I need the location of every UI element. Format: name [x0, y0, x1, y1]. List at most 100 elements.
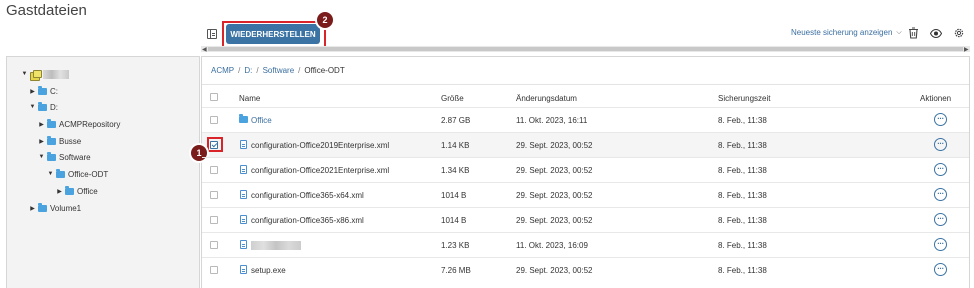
- folder-icon: [56, 168, 65, 178]
- row-modified: 29. Sept. 2023, 00:52: [516, 216, 593, 225]
- tree-item-label: C:: [50, 86, 58, 96]
- file-icon: [240, 140, 247, 149]
- panel-toggle-icon[interactable]: [207, 29, 217, 39]
- folder-icon: [38, 101, 47, 111]
- scroll-right-icon[interactable]: ▶: [964, 46, 969, 53]
- tree-item-label: Volume1: [50, 203, 82, 213]
- table-row[interactable]: Office 2.87 GB 11. Okt. 2023, 16:11 8. F…: [202, 107, 969, 132]
- row-checkbox[interactable]: [210, 191, 218, 199]
- row-size: 2.87 GB: [441, 116, 471, 125]
- tree-item[interactable]: ▶ ACMPRepository: [37, 117, 120, 131]
- table-row[interactable]: setup.exe 7.26 MB 29. Sept. 2023, 00:52 …: [202, 257, 969, 282]
- gear-icon[interactable]: [953, 27, 965, 39]
- computer-group-icon: [30, 69, 42, 81]
- column-header-backup-time[interactable]: Sicherungszeit: [718, 94, 770, 103]
- row-size: 1.14 KB: [441, 141, 470, 150]
- row-backup-time: 8. Feb., 11:38: [718, 166, 767, 175]
- tree-item[interactable]: ▼ D:: [28, 100, 58, 114]
- breadcrumb-link[interactable]: Software: [263, 66, 295, 75]
- caret-right-icon[interactable]: ▶: [28, 205, 37, 212]
- tree-item[interactable]: ▶ Volume1: [28, 201, 81, 215]
- file-icon: [240, 165, 247, 174]
- column-header-size[interactable]: Größe: [441, 94, 464, 103]
- file-icon: [240, 240, 247, 249]
- row-backup-time: 8. Feb., 11:38: [718, 191, 767, 200]
- eye-icon[interactable]: [930, 27, 942, 39]
- row-actions-button[interactable]: ···: [934, 238, 947, 251]
- trash-clock-icon[interactable]: [907, 27, 919, 39]
- caret-down-icon[interactable]: ▼: [37, 154, 46, 160]
- row-modified: 29. Sept. 2023, 00:52: [516, 191, 593, 200]
- row-checkbox[interactable]: [210, 266, 218, 274]
- tree-item[interactable]: ▶ Office: [55, 184, 98, 198]
- breadcrumb: ACMP / D: / Software / Office-ODT: [211, 66, 345, 75]
- row-modified: 29. Sept. 2023, 00:52: [516, 166, 593, 175]
- tree-root[interactable]: ▼: [20, 67, 69, 81]
- select-all-checkbox[interactable]: [210, 93, 218, 101]
- table-row-selected[interactable]: configuration-Office2019Enterprise.xml 1…: [202, 132, 969, 157]
- tree-item-label: Software: [59, 152, 91, 162]
- column-header-name[interactable]: Name: [239, 94, 260, 103]
- file-icon: [240, 215, 247, 224]
- row-modified: 11. Okt. 2023, 16:11: [516, 116, 588, 125]
- row-actions-button[interactable]: ···: [934, 113, 947, 126]
- row-backup-time: 8. Feb., 11:38: [718, 241, 767, 250]
- row-actions-button[interactable]: ···: [934, 213, 947, 226]
- caret-right-icon[interactable]: ▶: [37, 138, 46, 145]
- tree-item[interactable]: ▶ Busse: [37, 134, 81, 148]
- row-name[interactable]: configuration-Office2021Enterprise.xml: [251, 166, 389, 175]
- row-modified: 11. Okt. 2023, 16:09: [516, 241, 588, 250]
- table-row[interactable]: 1.23 KB 11. Okt. 2023, 16:09 8. Feb., 11…: [202, 232, 969, 257]
- row-name[interactable]: configuration-Office365-x64.xml: [251, 191, 364, 200]
- tree-item[interactable]: ▼ Software: [37, 150, 91, 164]
- row-backup-time: 8. Feb., 11:38: [718, 216, 767, 225]
- row-name-redacted[interactable]: [251, 241, 301, 250]
- tree-item[interactable]: ▶ C:: [28, 84, 58, 98]
- tree-item-label: ACMPRepository: [59, 119, 121, 129]
- row-modified: 29. Sept. 2023, 00:52: [516, 266, 593, 275]
- table-row[interactable]: configuration-Office365-x86.xml 1014 B 2…: [202, 207, 969, 232]
- row-name[interactable]: configuration-Office2019Enterprise.xml: [251, 141, 389, 150]
- row-actions-button[interactable]: ···: [934, 188, 947, 201]
- row-name[interactable]: setup.exe: [251, 266, 286, 275]
- scrollbar-thumb[interactable]: [208, 47, 963, 51]
- backup-select[interactable]: Neueste sicherung anzeigen ⌵: [791, 28, 902, 37]
- row-checkbox[interactable]: [210, 116, 218, 124]
- column-header-actions: Aktionen: [920, 94, 952, 103]
- row-actions-button[interactable]: ···: [934, 163, 947, 176]
- row-actions-button[interactable]: ···: [934, 138, 947, 151]
- tree-item[interactable]: ▼ Office-ODT: [46, 167, 108, 181]
- folder-icon: [38, 202, 47, 212]
- caret-right-icon[interactable]: ▶: [55, 188, 64, 195]
- tree-item-label: Busse: [59, 136, 82, 146]
- scroll-left-icon[interactable]: ◀: [202, 46, 207, 53]
- chevron-down-icon: ⌵: [896, 28, 902, 36]
- caret-down-icon[interactable]: ▼: [20, 71, 29, 77]
- folder-icon: [47, 118, 56, 128]
- column-header-modified[interactable]: Änderungsdatum: [516, 94, 577, 103]
- row-actions-button[interactable]: ···: [934, 263, 947, 276]
- caret-down-icon[interactable]: ▼: [28, 104, 37, 110]
- table-row[interactable]: configuration-Office365-x64.xml 1014 B 2…: [202, 182, 969, 207]
- row-name-link[interactable]: Office: [251, 116, 272, 125]
- breadcrumb-current: Office-ODT: [304, 66, 345, 75]
- caret-right-icon[interactable]: ▶: [28, 88, 37, 95]
- table-row[interactable]: configuration-Office2021Enterprise.xml 1…: [202, 157, 969, 182]
- page-title: Gastdateien: [6, 2, 87, 19]
- restore-button[interactable]: WIEDERHERSTELLEN: [226, 24, 320, 44]
- tree-item-label: Office-ODT: [68, 169, 109, 179]
- row-size: 1.23 KB: [441, 241, 470, 250]
- tree-item-label: D:: [50, 102, 58, 112]
- folder-icon: [38, 85, 47, 95]
- folder-icon: [47, 151, 56, 161]
- caret-right-icon[interactable]: ▶: [37, 121, 46, 128]
- row-checkbox[interactable]: [210, 216, 218, 224]
- caret-down-icon[interactable]: ▼: [46, 171, 55, 177]
- breadcrumb-link[interactable]: D:: [244, 66, 252, 75]
- row-name[interactable]: configuration-Office365-x86.xml: [251, 216, 364, 225]
- breadcrumb-link[interactable]: ACMP: [211, 66, 234, 75]
- divider: [202, 84, 969, 85]
- tree-root-label: [43, 69, 69, 79]
- row-checkbox[interactable]: [210, 166, 218, 174]
- row-checkbox[interactable]: [210, 241, 218, 249]
